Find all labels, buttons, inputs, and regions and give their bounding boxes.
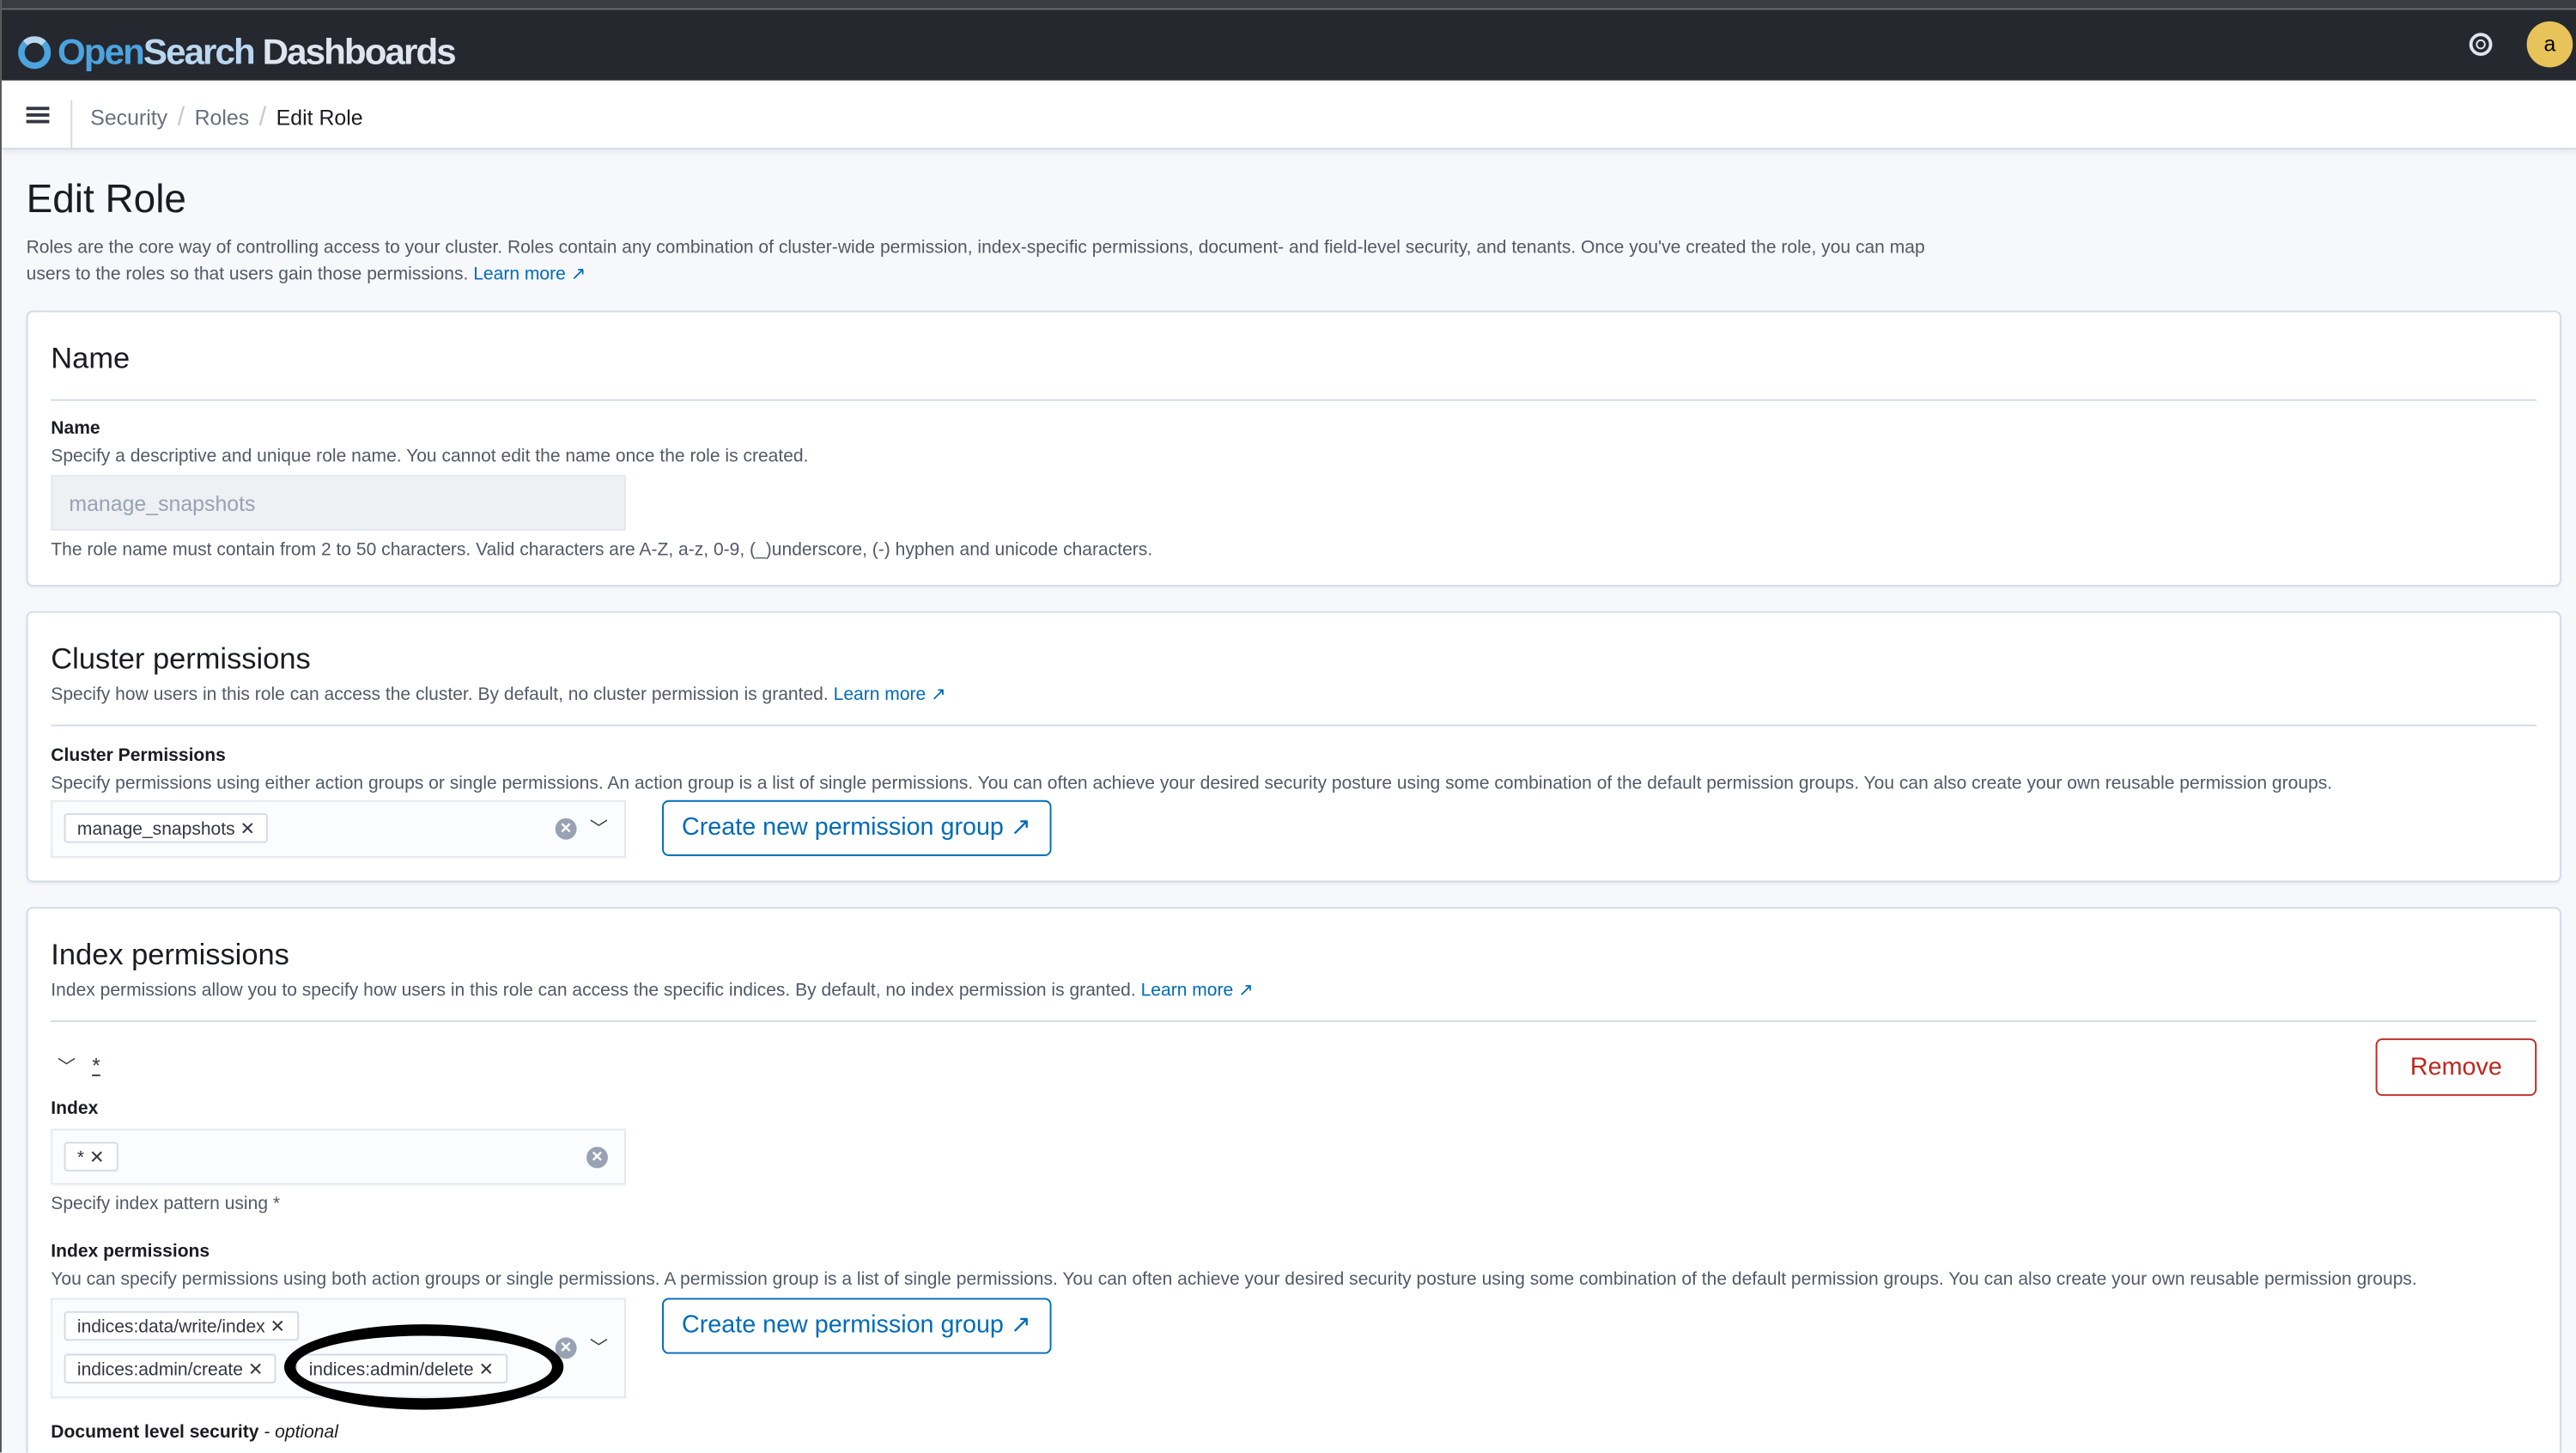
divider	[51, 398, 2537, 401]
name-panel: Name Name Specify a descriptive and uniq…	[26, 310, 2561, 587]
index-label: Index	[51, 1098, 99, 1119]
remove-pill-icon[interactable]: ✕	[240, 820, 255, 840]
remove-button[interactable]: Remove	[2375, 1038, 2537, 1097]
external-link-icon: ↗	[1238, 981, 1254, 1001]
permission-pill: indices:admin/create ✕	[64, 1353, 276, 1383]
dls-label: Document level security - optional	[51, 1422, 338, 1443]
index-entry-title[interactable]: *	[92, 1053, 100, 1078]
remove-pill-icon[interactable]: ✕	[89, 1148, 105, 1168]
page-description: Roles are the core way of controlling ac…	[26, 238, 1925, 285]
opensearch-logo[interactable]: OpenSearch Dashboards	[18, 31, 457, 74]
remove-pill-icon[interactable]: ✕	[270, 1317, 286, 1337]
name-label: Name	[51, 418, 100, 439]
selected-permission-pill: manage_snapshots ✕	[64, 813, 269, 843]
annotation-ellipse	[284, 1324, 564, 1410]
external-link-icon: ↗	[1010, 813, 1031, 842]
role-name-input[interactable]: manage_snapshots	[51, 474, 626, 531]
collapse-chevron-icon[interactable]: ﹀	[58, 1053, 76, 1079]
cluster-permissions-label: Cluster Permissions	[51, 745, 226, 766]
index-permissions-panel: Index permissions Index permissions allo…	[26, 907, 2561, 1453]
remove-pill-icon[interactable]: ✕	[248, 1360, 264, 1380]
clear-icon[interactable]: ✕	[555, 818, 577, 840]
permission-pill: indices:data/write/index ✕	[64, 1310, 299, 1341]
app-header: OpenSearch Dashboards a	[1, 9, 2576, 81]
breadcrumb-roles[interactable]: Roles	[195, 105, 250, 130]
breadcrumb: Security / Roles / Edit Role	[90, 103, 363, 132]
breadcrumb-security[interactable]: Security	[90, 105, 167, 130]
window-top-bar	[1, 0, 2576, 10]
cluster-panel-title: Cluster permissions	[51, 642, 311, 676]
menu-icon[interactable]	[26, 106, 50, 124]
name-hint: The role name must contain from 2 to 50 …	[51, 540, 1153, 561]
breadcrumb-edit-role: Edit Role	[276, 105, 363, 131]
divider	[70, 100, 73, 150]
chevron-down-icon[interactable]: ﹀	[590, 1334, 608, 1361]
cluster-permissions-panel: Cluster permissions Specify how users in…	[26, 611, 2561, 883]
external-link-icon: ↗	[570, 264, 586, 285]
help-icon[interactable]	[2469, 33, 2493, 57]
index-combobox[interactable]: * ✕ ✕	[51, 1128, 626, 1185]
index-help: Specify index pattern using *	[51, 1194, 281, 1214]
index-panel-title: Index permissions	[51, 938, 289, 971]
create-permission-group-button[interactable]: Create new permission group ↗	[662, 1298, 1051, 1354]
learn-more-link[interactable]: Learn more	[473, 264, 566, 284]
index-permissions-label: Index permissions	[51, 1242, 210, 1262]
name-help: Specify a descriptive and unique role na…	[51, 447, 809, 467]
logo-mark-icon	[18, 36, 52, 70]
learn-more-link[interactable]: Learn more	[1141, 981, 1234, 1000]
user-avatar[interactable]: a	[2526, 21, 2573, 68]
index-pattern-pill: * ✕	[64, 1141, 118, 1172]
index-permissions-help: You can specify permissions using both a…	[51, 1269, 2417, 1290]
cluster-permissions-help: Specify permissions using either action …	[51, 774, 2333, 794]
external-link-icon: ↗	[931, 684, 946, 705]
page-title: Edit Role	[26, 177, 186, 222]
divider	[51, 1020, 2537, 1023]
external-link-icon: ↗	[1010, 1310, 1031, 1340]
create-permission-group-button[interactable]: Create new permission group ↗	[662, 799, 1051, 856]
learn-more-link[interactable]: Learn more	[834, 685, 927, 705]
page: OpenSearch Dashboards a Security / Roles / E…	[0, 0, 2576, 1453]
chevron-down-icon[interactable]: ﹀	[590, 815, 608, 842]
index-panel-description: Index permissions allow you to specify h…	[51, 981, 1136, 1001]
divider	[51, 724, 2537, 726]
cluster-panel-description: Specify how users in this role can acces…	[51, 684, 829, 705]
clear-icon[interactable]: ✕	[586, 1146, 608, 1169]
name-panel-title: Name	[51, 341, 131, 375]
cluster-permissions-combobox[interactable]: manage_snapshots ✕ ✕ ﹀	[51, 799, 626, 858]
breadcrumb-bar: Security / Roles / Edit Role	[1, 80, 2576, 150]
